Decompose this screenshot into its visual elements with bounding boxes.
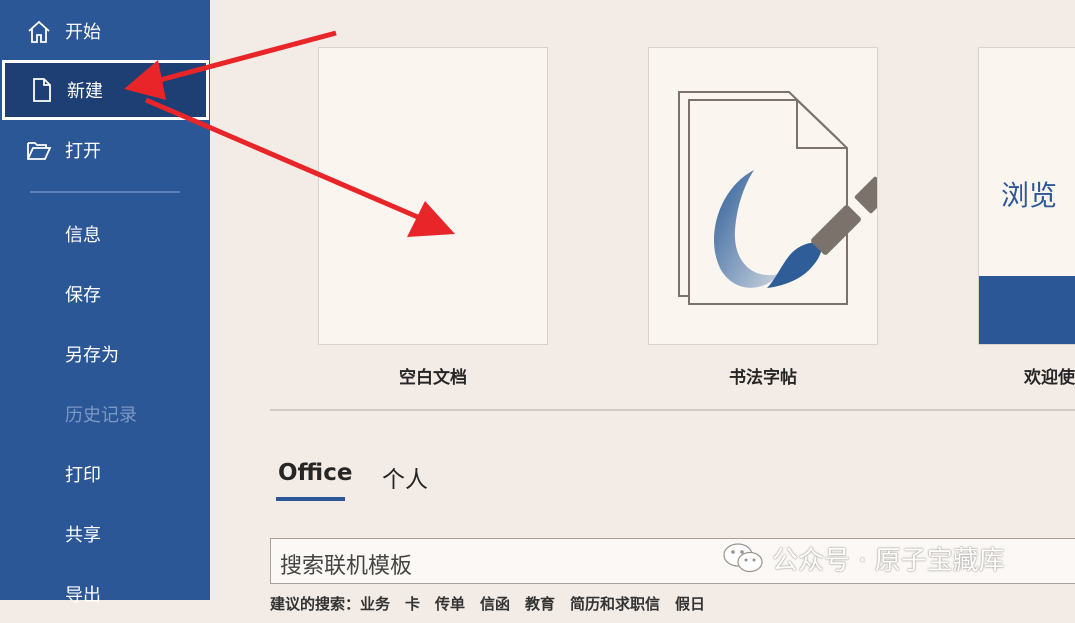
sidebar-divider bbox=[30, 191, 180, 193]
suggested-searches: 建议的搜索：业务 卡 传单 信函 教育 简历和求职信 假日 bbox=[270, 595, 706, 613]
sidebar-item-label: 另存为 bbox=[65, 345, 119, 366]
template-welcome[interactable]: 浏览 欢迎使 bbox=[978, 47, 1075, 388]
template-caption: 空白文档 bbox=[399, 368, 467, 388]
template-tile-text: 浏览 bbox=[1001, 179, 1058, 212]
watermark: 公众号 · 原子宝藏库 bbox=[722, 540, 1005, 576]
template-blank-document[interactable]: 空白文档 bbox=[318, 47, 548, 388]
sidebar-item-save-as[interactable]: 另存为 bbox=[0, 325, 210, 383]
sidebar-item-label: 开始 bbox=[65, 22, 101, 43]
sidebar-item-open[interactable]: 打开 bbox=[0, 121, 210, 179]
sidebar-item-new[interactable]: 新建 bbox=[2, 60, 209, 120]
sidebar-item-label: 导出 bbox=[65, 585, 101, 606]
tab-personal[interactable]: 个人 bbox=[382, 460, 428, 494]
wechat-icon bbox=[723, 543, 763, 573]
sidebar-item-label: 信息 bbox=[65, 225, 101, 246]
sidebar-item-history: 历史记录 bbox=[0, 385, 210, 443]
sidebar-item-save[interactable]: 保存 bbox=[0, 265, 210, 323]
sidebar-item-label: 打开 bbox=[65, 141, 101, 162]
sidebar-item-label: 共享 bbox=[65, 525, 101, 546]
calligraphy-brush-icon bbox=[678, 91, 877, 305]
template-thumbnail[interactable] bbox=[318, 47, 548, 345]
open-folder-icon bbox=[27, 142, 52, 160]
section-divider bbox=[270, 409, 1075, 411]
home-icon bbox=[28, 20, 50, 43]
active-tab-indicator bbox=[276, 497, 345, 501]
template-tile-band bbox=[979, 276, 1075, 344]
sidebar-item-export[interactable]: 导出 bbox=[0, 565, 210, 623]
template-calligraphy[interactable]: 书法字帖 bbox=[648, 47, 878, 388]
sidebar-item-label: 历史记录 bbox=[65, 405, 137, 426]
template-caption: 书法字帖 bbox=[729, 368, 797, 388]
backstage-sidebar: 开始 新建 打开 信息 保存 另存为 历史记录 打印 共享 导出 bbox=[0, 0, 210, 606]
template-thumbnail[interactable] bbox=[648, 47, 878, 345]
sidebar-item-label: 打印 bbox=[65, 465, 101, 486]
template-caption: 欢迎使 bbox=[1024, 368, 1075, 388]
sidebar-item-home[interactable]: 开始 bbox=[0, 2, 210, 60]
watermark-text: 公众号 · 原子宝藏库 bbox=[772, 545, 1005, 576]
sidebar-item-info[interactable]: 信息 bbox=[0, 205, 210, 263]
sidebar-item-label: 新建 bbox=[67, 81, 103, 102]
new-document-icon bbox=[33, 78, 51, 102]
search-placeholder: 搜索联机模板 bbox=[280, 554, 413, 579]
template-thumbnail[interactable]: 浏览 bbox=[978, 47, 1075, 345]
tab-office[interactable]: Office bbox=[278, 460, 352, 486]
sidebar-item-print[interactable]: 打印 bbox=[0, 445, 210, 503]
sidebar-item-share[interactable]: 共享 bbox=[0, 505, 210, 563]
sidebar-item-label: 保存 bbox=[65, 285, 101, 306]
